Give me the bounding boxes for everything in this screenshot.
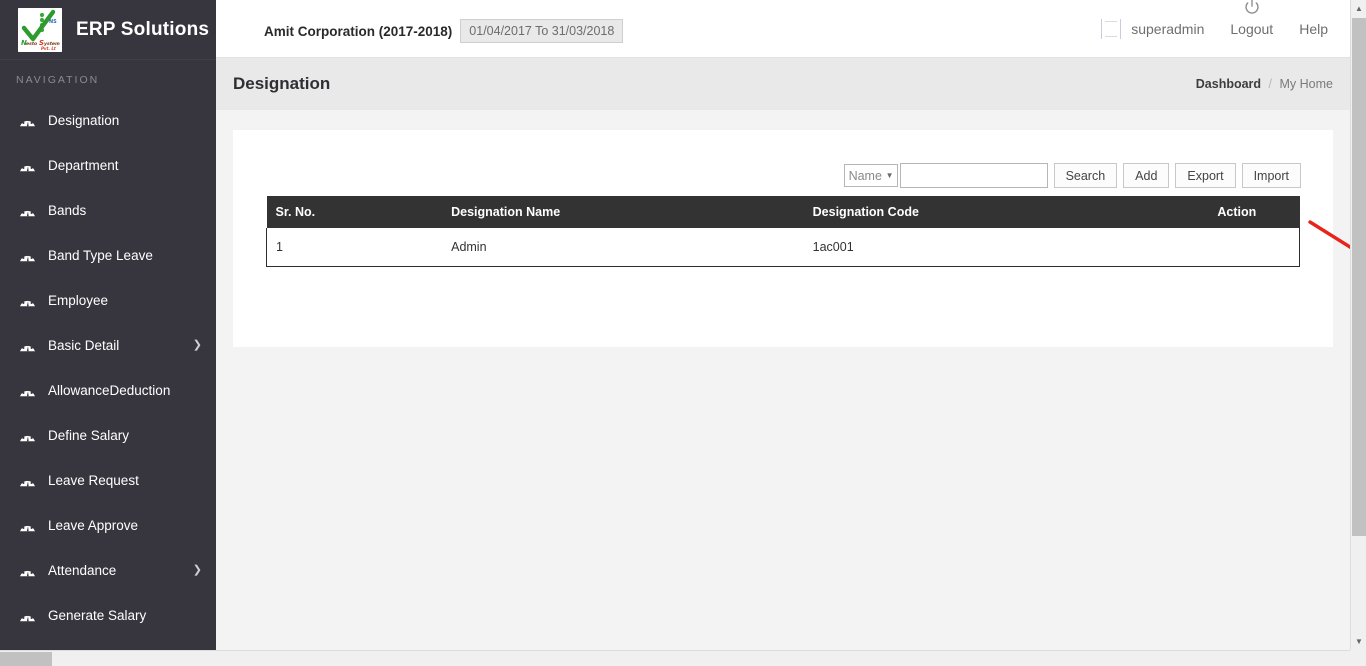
table-row: 1Admin1ac001 xyxy=(267,228,1300,266)
horizontal-scrollbar[interactable] xyxy=(0,650,1350,666)
sidebar-item-define-salary[interactable]: Define Salary xyxy=(0,413,216,458)
chevron-right-icon: ❯ xyxy=(193,565,202,576)
breadcrumb: Dashboard / My Home xyxy=(1196,77,1333,91)
svg-text:esto: esto xyxy=(26,41,37,47)
breadcrumb-my-home[interactable]: My Home xyxy=(1280,77,1333,91)
page-title: Designation xyxy=(233,74,330,94)
svg-text:NS: NS xyxy=(49,19,57,25)
sidebar-item-label: Designation xyxy=(48,113,202,128)
dashboard-icon xyxy=(18,607,36,625)
table-header-cell: Action xyxy=(1165,196,1299,228)
topbar: Amit Corporation (2017-2018) 01/04/2017 … xyxy=(216,0,1350,58)
table-head: Sr. No.Designation NameDesignation CodeA… xyxy=(267,196,1300,228)
table-header-cell: Designation Name xyxy=(442,196,804,228)
help-button[interactable]: Help xyxy=(1299,21,1328,37)
page-header: Designation Dashboard / My Home xyxy=(216,58,1350,110)
sidebar-item-designation[interactable]: Designation xyxy=(0,98,216,143)
power-icon xyxy=(1243,0,1260,21)
sidebar-item-basic-detail[interactable]: Basic Detail❯ xyxy=(0,323,216,368)
dashboard-icon xyxy=(18,517,36,535)
scrollbar-corner xyxy=(1350,650,1366,666)
sidebar: NS N esto S ystem Pvt. Lt ERP Solutions … xyxy=(0,0,216,666)
sidebar-item-label: Band Type Leave xyxy=(48,248,202,263)
content-area: Name ▼ Search Add Export Import Sr. No.D… xyxy=(216,110,1350,650)
sidebar-item-label: Generate Salary xyxy=(48,608,202,623)
filter-field-select[interactable]: Name ▼ xyxy=(844,164,898,187)
dashboard-icon xyxy=(18,382,36,400)
sidebar-item-band-type-leave[interactable]: Band Type Leave xyxy=(0,233,216,278)
scroll-down-arrow-icon[interactable]: ▼ xyxy=(1351,633,1366,650)
dashboard-icon xyxy=(18,562,36,580)
sidebar-item-employee[interactable]: Employee xyxy=(0,278,216,323)
sidebar-item-attendance[interactable]: Attendance❯ xyxy=(0,548,216,593)
table-body: 1Admin1ac001 xyxy=(267,228,1300,266)
sidebar-item-label: Define Salary xyxy=(48,428,202,443)
table-header-row: Sr. No.Designation NameDesignation CodeA… xyxy=(267,196,1300,228)
dashboard-icon xyxy=(18,337,36,355)
chevron-down-icon: ▼ xyxy=(886,171,894,180)
sidebar-item-generate-salary[interactable]: Generate Salary xyxy=(0,593,216,638)
sidebar-item-label: AllowanceDeduction xyxy=(48,383,202,398)
designation-table: Sr. No.Designation NameDesignation CodeA… xyxy=(266,196,1300,267)
table-cell-code: 1ac001 xyxy=(804,228,1166,266)
brand-title: ERP Solutions xyxy=(76,19,209,41)
breadcrumb-separator: / xyxy=(1269,77,1272,91)
dashboard-icon xyxy=(18,427,36,445)
company-fiscal-year-group: Amit Corporation (2017-2018) 01/04/2017 … xyxy=(264,19,623,43)
brand-header[interactable]: NS N esto S ystem Pvt. Lt ERP Solutions xyxy=(0,0,216,60)
sidebar-nav-list: Designation Department Bands Band Type Leav… xyxy=(0,98,216,666)
dashboard-icon xyxy=(18,292,36,310)
sidebar-item-bands[interactable]: Bands xyxy=(0,188,216,233)
table-cell-sr-no: 1 xyxy=(267,228,443,266)
nav-section-heading: NAVIGATION xyxy=(0,60,216,98)
chevron-right-icon: ❯ xyxy=(193,340,202,351)
sidebar-item-label: Leave Request xyxy=(48,473,202,488)
sidebar-item-label: Basic Detail xyxy=(48,338,193,353)
import-button[interactable]: Import xyxy=(1242,163,1301,188)
dashboard-icon xyxy=(18,202,36,220)
export-button[interactable]: Export xyxy=(1175,163,1235,188)
company-logo: NS N esto S ystem Pvt. Lt xyxy=(18,8,62,52)
vertical-scrollbar[interactable]: ▲ ▼ xyxy=(1350,0,1366,650)
company-name: Amit Corporation (2017-2018) xyxy=(264,24,452,39)
designation-card: Name ▼ Search Add Export Import Sr. No.D… xyxy=(233,130,1333,347)
add-button[interactable]: Add xyxy=(1123,163,1169,188)
dashboard-icon xyxy=(18,157,36,175)
svg-text:Pvt. Lt: Pvt. Lt xyxy=(41,46,57,51)
vertical-scroll-thumb[interactable] xyxy=(1352,18,1366,536)
scroll-up-arrow-icon[interactable]: ▲ xyxy=(1351,0,1366,17)
sidebar-item-label: Attendance xyxy=(48,563,193,578)
breadcrumb-dashboard[interactable]: Dashboard xyxy=(1196,77,1261,91)
logout-button[interactable]: Logout xyxy=(1230,21,1273,37)
table-toolbar: Name ▼ Search Add Export Import xyxy=(844,163,1301,188)
sidebar-item-department[interactable]: Department xyxy=(0,143,216,188)
dashboard-icon xyxy=(18,472,36,490)
search-input[interactable] xyxy=(900,163,1048,188)
sidebar-item-leave-approve[interactable]: Leave Approve xyxy=(0,503,216,548)
fiscal-year-range[interactable]: 01/04/2017 To 31/03/2018 xyxy=(460,19,623,43)
sidebar-item-allowancededuction[interactable]: AllowanceDeduction xyxy=(0,368,216,413)
table-cell-action xyxy=(1165,228,1299,266)
application-window: NS N esto S ystem Pvt. Lt ERP Solutions … xyxy=(0,0,1366,666)
table-header-cell: Sr. No. xyxy=(267,196,443,228)
table-cell-name: Admin xyxy=(442,228,804,266)
sidebar-item-label: Bands xyxy=(48,203,202,218)
table-header-cell: Designation Code xyxy=(804,196,1166,228)
broken-image-icon xyxy=(1101,19,1121,39)
sidebar-item-label: Leave Approve xyxy=(48,518,202,533)
dashboard-icon xyxy=(18,247,36,265)
sidebar-item-label: Department xyxy=(48,158,202,173)
topbar-right-group: superadmin Logout Help xyxy=(1101,0,1334,58)
filter-field-value: Name xyxy=(849,169,882,183)
search-button[interactable]: Search xyxy=(1054,163,1118,188)
sidebar-item-leave-request[interactable]: Leave Request xyxy=(0,458,216,503)
horizontal-scroll-thumb[interactable] xyxy=(0,652,52,666)
dashboard-icon xyxy=(18,112,36,130)
user-name[interactable]: superadmin xyxy=(1131,21,1204,37)
sidebar-item-label: Employee xyxy=(48,293,202,308)
logout-group[interactable]: Logout xyxy=(1230,21,1273,37)
